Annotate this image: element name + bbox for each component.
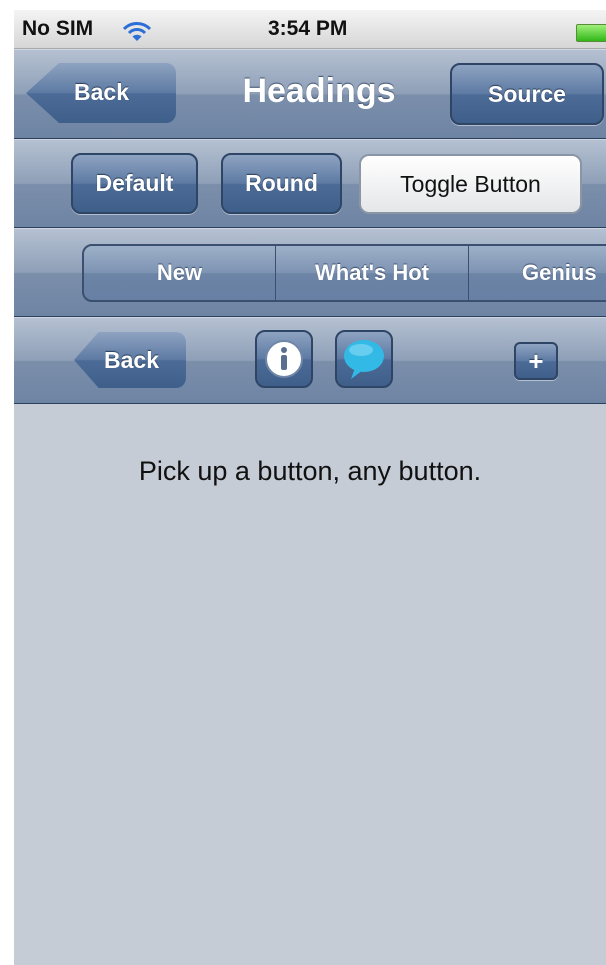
source-button[interactable]: Source (450, 63, 604, 125)
back-button-label: Back (74, 79, 129, 105)
default-button-label: Default (95, 170, 174, 196)
chat-bubble-icon (337, 340, 391, 390)
instruction-text: Pick up a button, any button. (138, 456, 482, 486)
wifi-icon (122, 21, 152, 49)
segment-genius[interactable]: Genius (469, 246, 606, 300)
toolbar-back-label: Back (104, 347, 159, 373)
button-toolbar: Default Round Toggle Button (14, 139, 606, 228)
chat-button[interactable] (335, 330, 393, 388)
segmented-control: New What's Hot Genius (82, 244, 606, 302)
segment-genius-label: Genius (522, 260, 597, 285)
status-bar: No SIM 3:54 PM (14, 10, 606, 49)
battery-icon (576, 24, 606, 42)
carrier-label: No SIM (22, 17, 94, 40)
toolbar-back-button[interactable]: Back (74, 332, 186, 388)
page-title: Headings (242, 72, 396, 110)
round-button-label: Round (245, 170, 318, 196)
segmented-toolbar: New What's Hot Genius (14, 228, 606, 317)
app-screen: No SIM 3:54 PM Back Headings Source Defa… (14, 10, 606, 965)
source-button-label: Source (488, 81, 566, 107)
add-button[interactable]: + (514, 342, 558, 380)
navigation-bar: Back Headings Source (14, 49, 606, 139)
icon-toolbar: Back + (14, 317, 606, 404)
info-button[interactable] (255, 330, 313, 388)
segment-whats-hot-label: What's Hot (315, 260, 429, 285)
segment-whats-hot[interactable]: What's Hot (276, 246, 469, 300)
clock-time: 3:54 PM (268, 17, 348, 40)
plus-icon: + (528, 346, 544, 376)
toggle-button-label: Toggle Button (400, 171, 541, 197)
default-button[interactable]: Default (71, 153, 198, 214)
round-button[interactable]: Round (221, 153, 342, 214)
segment-new[interactable]: New (84, 246, 276, 300)
toggle-button[interactable]: Toggle Button (359, 154, 582, 214)
segment-new-label: New (156, 260, 203, 285)
info-icon (257, 340, 311, 390)
back-button[interactable]: Back (26, 63, 176, 123)
